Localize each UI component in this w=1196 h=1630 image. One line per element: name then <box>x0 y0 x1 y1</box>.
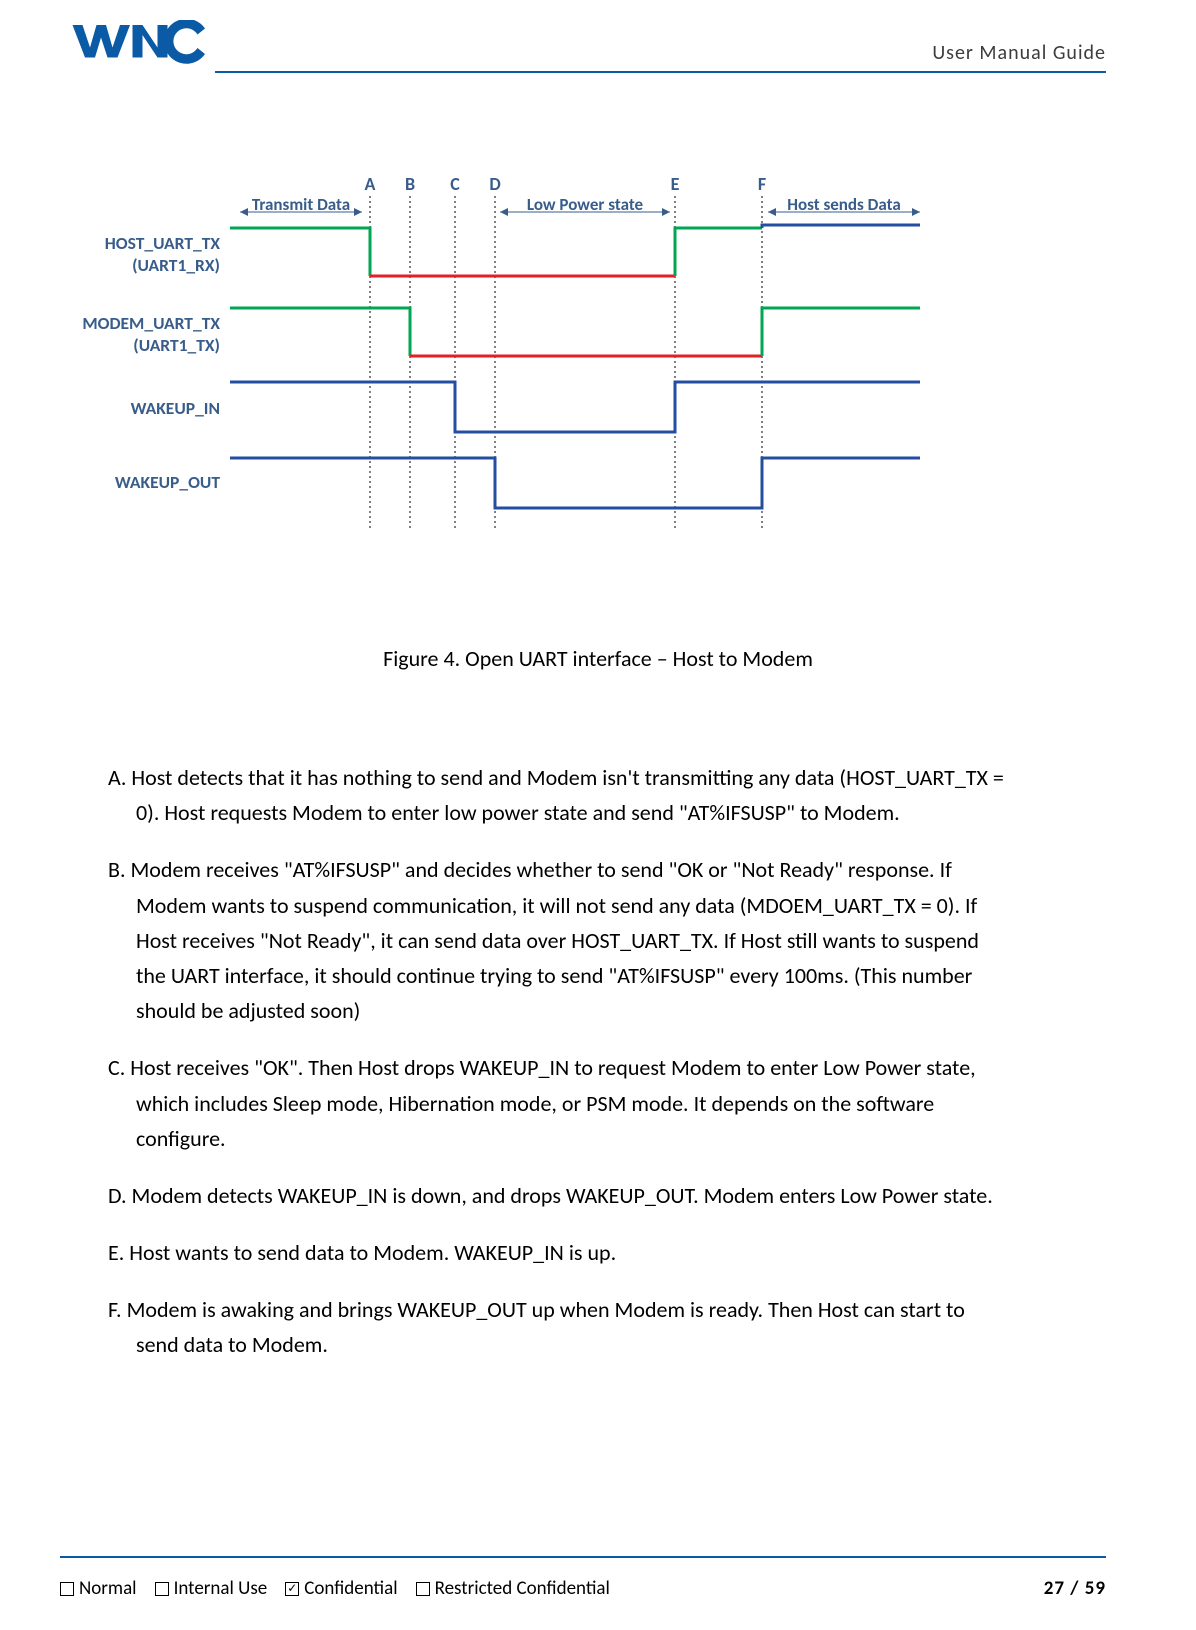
step-a: A. Host detects that it has nothing to s… <box>108 760 1008 830</box>
chk-restricted: Restricted Confidential <box>416 1577 610 1600</box>
label-wakeup-out: WAKEUP_OUT <box>60 472 220 494</box>
guides <box>370 196 762 530</box>
svg-text:Low Power state: Low Power state <box>527 194 644 215</box>
page-number: 27 / 59 <box>1044 1577 1106 1600</box>
step-d: D. Modem detects WAKEUP_IN is down, and … <box>108 1178 1008 1213</box>
marker-a: A <box>365 173 376 195</box>
wnc-logo-icon <box>70 20 210 65</box>
svg-text:Host sends Data: Host sends Data <box>787 194 900 215</box>
signal-wakeup-in <box>230 382 920 432</box>
chk-internal: Internal Use <box>155 1577 268 1600</box>
figure-caption: Figure 4. Open UART interface – Host to … <box>0 645 1196 672</box>
label-modem-uart-tx: MODEM_UART_TX(UART1_TX) <box>60 313 220 357</box>
marker-f: F <box>758 173 766 195</box>
marker-c: C <box>450 173 460 195</box>
timing-diagram: HOST_UART_TX(UART1_RX) MODEM_UART_TX(UAR… <box>100 170 940 570</box>
classification-checkboxes: Normal Internal Use ✓Confidential Restri… <box>60 1577 610 1600</box>
step-f: F. Modem is awaking and brings WAKEUP_OU… <box>108 1292 1008 1362</box>
annot-host-sends: Host sends Data <box>768 194 920 216</box>
body-text: A. Host detects that it has nothing to s… <box>108 760 1008 1385</box>
label-wakeup-in: WAKEUP_IN <box>60 398 220 420</box>
signal-modem-uart-tx <box>230 308 920 356</box>
chk-normal: Normal <box>60 1577 137 1600</box>
annot-low-power: Low Power state <box>500 194 670 216</box>
step-c: C. Host receives "OK". Then Host drops W… <box>108 1050 1008 1156</box>
page-header: User Manual Guide <box>0 0 1196 65</box>
marker-d: D <box>489 173 500 195</box>
chk-confidential: ✓Confidential <box>285 1577 397 1600</box>
timing-diagram-svg: A B C D E F Transmit Data Low Power stat… <box>100 170 940 570</box>
marker-b: B <box>405 173 415 195</box>
footer-divider <box>60 1556 1106 1558</box>
svg-text:Transmit Data: Transmit Data <box>252 194 350 215</box>
page-footer: Normal Internal Use ✓Confidential Restri… <box>60 1577 1106 1600</box>
signal-wakeup-out <box>230 458 920 508</box>
header-divider <box>215 71 1106 73</box>
step-e: E. Host wants to send data to Modem. WAK… <box>108 1235 1008 1270</box>
signal-host-uart-tx <box>230 225 920 276</box>
step-b: B. Modem receives "AT%IFSUSP" and decide… <box>108 852 1008 1028</box>
marker-e: E <box>671 173 680 195</box>
logo <box>70 20 210 65</box>
annot-transmit-data: Transmit Data <box>240 194 362 216</box>
label-host-uart-tx: HOST_UART_TX(UART1_RX) <box>60 233 220 277</box>
header-title: User Manual Guide <box>250 41 1106 65</box>
